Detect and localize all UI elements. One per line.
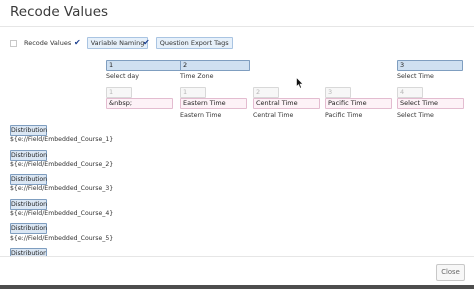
variable-input-4[interactable]: 3: [325, 87, 351, 98]
variable-input-1[interactable]: 1: [106, 87, 132, 98]
footer-divider: [0, 256, 474, 257]
variable-input-5[interactable]: 4: [397, 87, 423, 98]
variable-input-2[interactable]: 1: [180, 87, 206, 98]
embedded-field-text: ${e://Field/Embedded_Course_5}: [10, 235, 114, 242]
recode-values-checkbox[interactable]: [10, 39, 17, 47]
column-label-select-time: Select Time: [397, 73, 434, 80]
column-label-select-day: Select day: [106, 73, 140, 80]
check-icon: ✔: [74, 38, 81, 47]
export-tag-input-5[interactable]: Select Time: [397, 98, 464, 109]
embedded-field-text: ${e://Field/Embedded_Course_4}: [10, 210, 114, 217]
option-label-pacific: Pacific Time: [325, 112, 363, 119]
option-label-select-time: Select Time: [397, 112, 434, 119]
embedded-field-text: ${e://Field/Embedded_Course_1}: [10, 136, 114, 143]
variable-naming-option[interactable]: ✔ Variable Naming: [74, 37, 149, 49]
option-label-eastern: Eastern Time: [180, 112, 222, 119]
export-tag-input-2[interactable]: Eastern Time: [180, 98, 247, 109]
variable-input-3[interactable]: 2: [253, 87, 279, 98]
export-tag-input-3[interactable]: Central Time: [253, 98, 320, 109]
recode-input-select-time[interactable]: 3: [397, 60, 463, 71]
distribution-button[interactable]: Distribution: [10, 150, 47, 161]
export-tag-input-4[interactable]: Pacific Time: [325, 98, 392, 109]
dialog-title: Recode Values: [10, 4, 109, 20]
title-divider: [0, 26, 474, 27]
distribution-button[interactable]: Distribution: [10, 199, 47, 210]
close-button[interactable]: Close: [436, 264, 465, 281]
recode-input-time-zone[interactable]: 2: [180, 60, 250, 71]
check-icon: ✔: [143, 38, 150, 47]
mouse-pointer-icon: [296, 77, 304, 89]
embedded-field-text: ${e://Field/Embedded_Course_3}: [10, 185, 114, 192]
question-export-tags-label: Question Export Tags: [155, 37, 233, 49]
column-label-time-zone: Time Zone: [180, 73, 214, 80]
recode-values-option[interactable]: Recode Values: [10, 37, 71, 49]
embedded-field-text: ${e://Field/Embedded_Course_2}: [10, 161, 114, 168]
question-export-tags-option[interactable]: ✔ Question Export Tags: [143, 37, 233, 49]
variable-naming-label: Variable Naming: [86, 37, 149, 49]
recode-values-label: Recode Values: [24, 39, 72, 47]
option-label-central: Central Time: [253, 112, 294, 119]
distribution-button[interactable]: Distribution: [10, 174, 47, 185]
distribution-button[interactable]: Distribution: [10, 223, 47, 234]
distribution-button[interactable]: Distribution: [10, 125, 47, 136]
background-overlay-strip: [0, 285, 474, 289]
export-tag-input-1[interactable]: &nbsp;: [106, 98, 173, 109]
